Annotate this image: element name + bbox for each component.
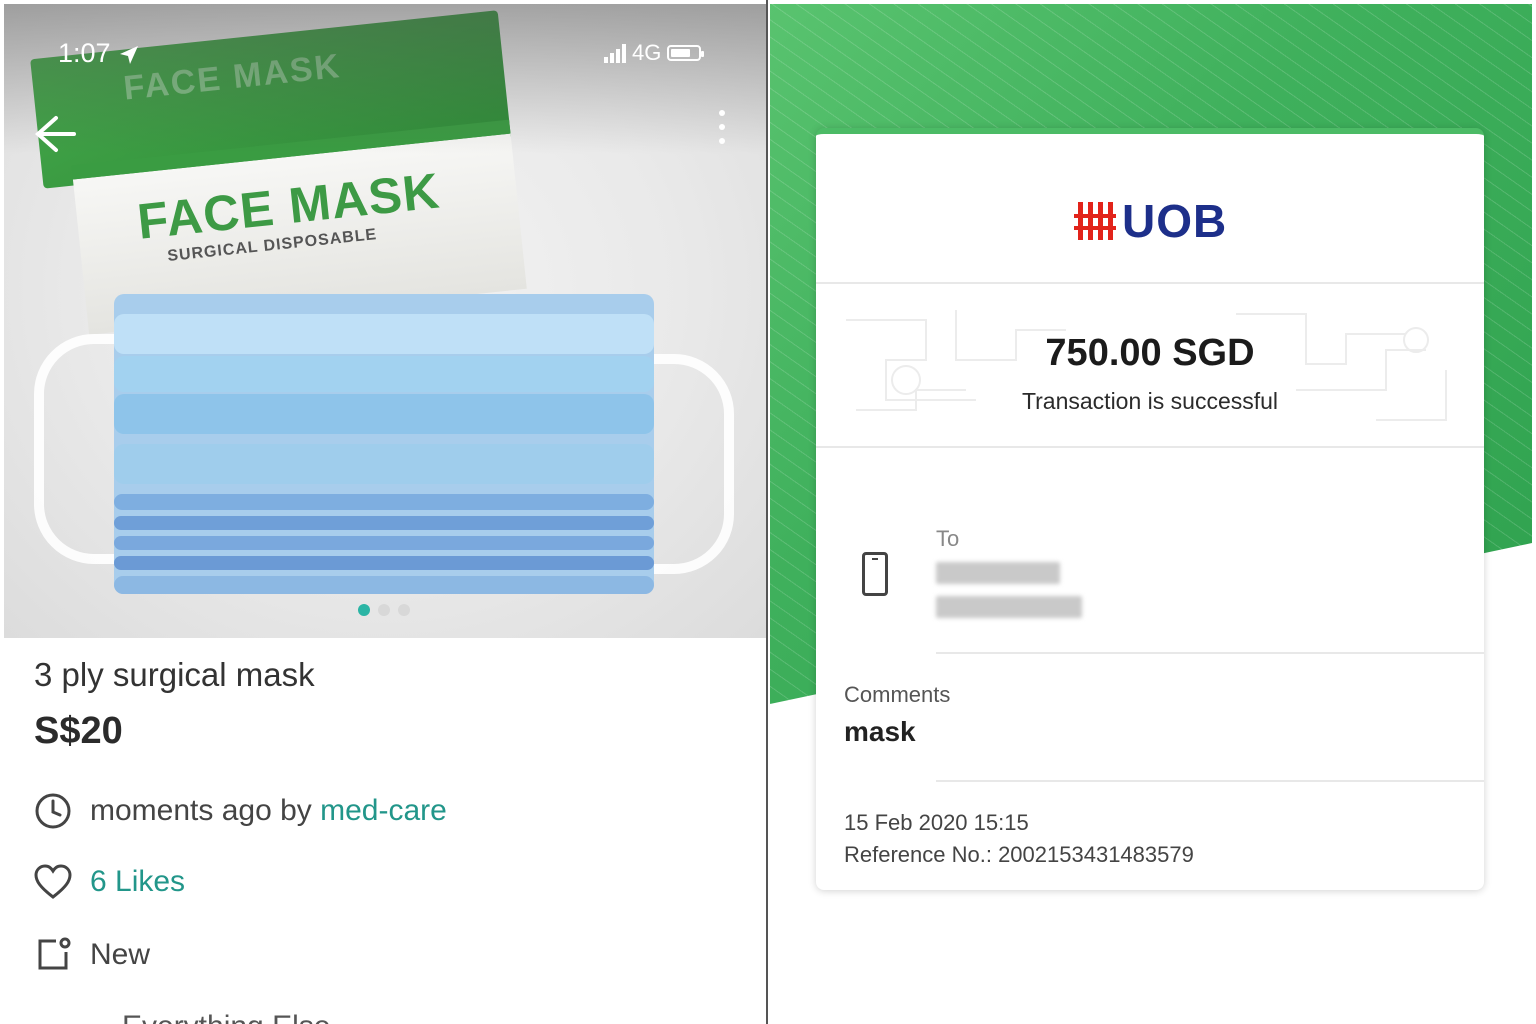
transaction-receipt-card: UOB 750.00 SGD Transaction is successful <box>816 128 1484 890</box>
reference-number: Reference No.: 2002153431483579 <box>844 842 1194 867</box>
location-arrow-icon <box>120 45 139 64</box>
heart-icon[interactable] <box>34 864 72 900</box>
product-photo[interactable]: FACE MASK FACE MASK SURGICAL DISPOSABLE … <box>4 4 766 638</box>
carousel-dot[interactable] <box>378 604 390 616</box>
seller-link[interactable]: med-care <box>320 794 447 827</box>
redacted-recipient-name <box>936 562 1060 584</box>
posted-time: moments ago by <box>90 794 312 827</box>
uob-logo-icon <box>1074 202 1116 240</box>
listing-screenshot: FACE MASK FACE MASK SURGICAL DISPOSABLE … <box>0 0 766 1024</box>
bank-name: UOB <box>1122 195 1228 247</box>
listing-title: 3 ply surgical mask <box>34 656 315 693</box>
clock-icon <box>35 793 71 829</box>
mask-stack-image <box>34 294 734 604</box>
phone-icon <box>862 552 888 596</box>
likes-row[interactable]: 6 Likes <box>34 864 185 900</box>
network-label: 4G <box>632 40 662 65</box>
more-vertical-icon[interactable] <box>710 110 734 152</box>
redacted-recipient-phone <box>936 596 1082 618</box>
tag-icon <box>38 937 71 970</box>
status-indicators: 4G <box>604 40 705 66</box>
bank-receipt-screenshot: UOB 750.00 SGD Transaction is successful <box>768 0 1536 1024</box>
transaction-datetime: 15 Feb 2020 15:15 <box>844 810 1029 835</box>
listing-details: 3 ply surgical mask S$20 <box>34 656 754 753</box>
carousel-indicator[interactable] <box>358 604 410 616</box>
carousel-dot[interactable] <box>398 604 410 616</box>
transaction-amount: 750.00 SGD <box>1045 332 1255 374</box>
recipient-label: To <box>936 526 960 551</box>
uob-logo: UOB <box>1074 194 1227 248</box>
status-time: 1:07 <box>58 38 140 69</box>
condition-label: New <box>90 938 151 971</box>
listing-price: S$20 <box>34 710 123 752</box>
comments-label: Comments <box>844 682 951 707</box>
carousel-dot[interactable] <box>358 604 370 616</box>
cut-off-row: Everything Else <box>34 1010 354 1024</box>
back-arrow-icon[interactable] <box>32 112 78 161</box>
comments-value: mask <box>844 716 916 747</box>
battery-icon <box>667 45 705 61</box>
signal-icon <box>604 43 626 63</box>
transaction-status: Transaction is successful <box>1021 388 1279 414</box>
posted-row: moments ago by med-care <box>34 792 447 830</box>
amount-section: 750.00 SGD Transaction is successful <box>816 290 1484 446</box>
likes-count[interactable]: 6 Likes <box>90 865 185 899</box>
condition-row: New <box>34 936 150 974</box>
